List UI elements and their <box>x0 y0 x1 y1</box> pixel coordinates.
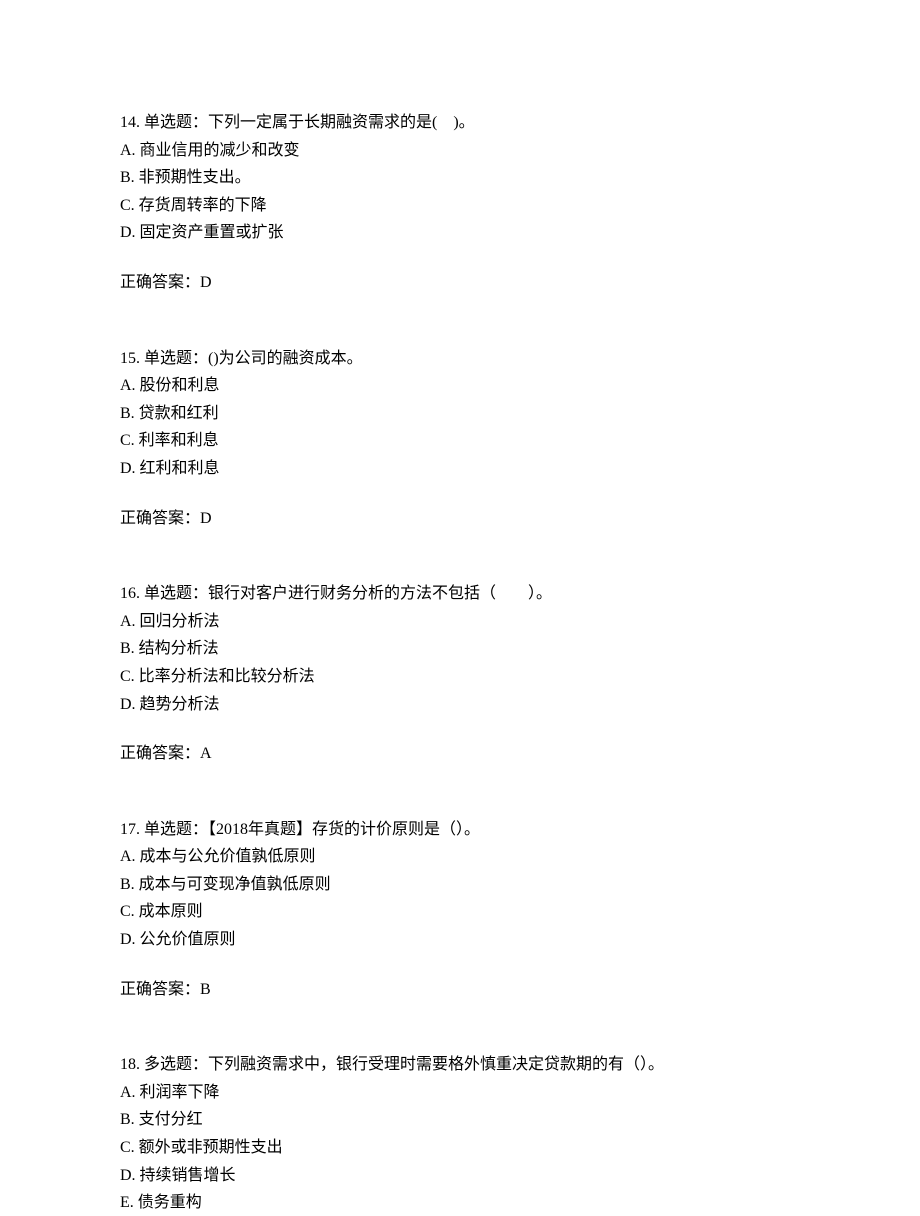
question-stem: 14. 单选题：下列一定属于长期融资需求的是( )。 <box>120 110 800 136</box>
question-type: 多选题： <box>144 1056 208 1073</box>
question-number: 18. <box>120 1056 140 1073</box>
question-text: 下列一定属于长期融资需求的是( )。 <box>208 114 475 131</box>
question-number: 14. <box>120 114 140 131</box>
answer-value: D <box>200 274 212 291</box>
answer-value: B <box>200 981 211 998</box>
question-16: 16. 单选题：银行对客户进行财务分析的方法不包括（ ）。 A. 回归分析法 B… <box>120 581 800 767</box>
option-c: C. 利率和利息 <box>120 428 800 454</box>
option-d: D. 固定资产重置或扩张 <box>120 220 800 246</box>
option-a: A. 股份和利息 <box>120 373 800 399</box>
question-stem: 16. 单选题：银行对客户进行财务分析的方法不包括（ ）。 <box>120 581 800 607</box>
question-text: 下列融资需求中，银行受理时需要格外慎重决定贷款期的有（）。 <box>208 1056 664 1073</box>
question-14: 14. 单选题：下列一定属于长期融资需求的是( )。 A. 商业信用的减少和改变… <box>120 110 800 296</box>
question-type: 单选题： <box>144 350 208 367</box>
option-a: A. 成本与公允价值孰低原则 <box>120 844 800 870</box>
answer-line: 正确答案：A <box>120 741 800 767</box>
answer-label: 正确答案： <box>120 745 200 762</box>
option-d: D. 趋势分析法 <box>120 692 800 718</box>
question-text: 【2018年真题】存货的计价原则是（）。 <box>208 821 480 838</box>
option-b: B. 支付分红 <box>120 1107 800 1133</box>
option-b: B. 成本与可变现净值孰低原则 <box>120 872 800 898</box>
answer-label: 正确答案： <box>120 274 200 291</box>
option-c: C. 额外或非预期性支出 <box>120 1135 800 1161</box>
question-17: 17. 单选题：【2018年真题】存货的计价原则是（）。 A. 成本与公允价值孰… <box>120 817 800 1003</box>
option-c: C. 比率分析法和比较分析法 <box>120 664 800 690</box>
question-stem: 18. 多选题：下列融资需求中，银行受理时需要格外慎重决定贷款期的有（）。 <box>120 1052 800 1078</box>
question-type: 单选题： <box>144 585 208 602</box>
option-b: B. 非预期性支出。 <box>120 165 800 191</box>
question-number: 15. <box>120 350 140 367</box>
answer-line: 正确答案：B <box>120 977 800 1003</box>
question-number: 16. <box>120 585 140 602</box>
answer-line: 正确答案：D <box>120 506 800 532</box>
question-number: 17. <box>120 821 140 838</box>
question-type: 单选题： <box>144 114 208 131</box>
option-e: E. 债务重构 <box>120 1190 800 1216</box>
question-text: ()为公司的融资成本。 <box>208 350 363 367</box>
answer-label: 正确答案： <box>120 981 200 998</box>
question-18: 18. 多选题：下列融资需求中，银行受理时需要格外慎重决定贷款期的有（）。 A.… <box>120 1052 800 1216</box>
answer-line: 正确答案：D <box>120 270 800 296</box>
question-text: 银行对客户进行财务分析的方法不包括（ ）。 <box>208 585 552 602</box>
question-15: 15. 单选题：()为公司的融资成本。 A. 股份和利息 B. 贷款和红利 C.… <box>120 346 800 532</box>
option-d: D. 公允价值原则 <box>120 927 800 953</box>
option-a: A. 回归分析法 <box>120 609 800 635</box>
answer-value: A <box>200 745 212 762</box>
question-stem: 15. 单选题：()为公司的融资成本。 <box>120 346 800 372</box>
question-type: 单选题： <box>144 821 208 838</box>
option-a: A. 商业信用的减少和改变 <box>120 138 800 164</box>
option-c: C. 成本原则 <box>120 899 800 925</box>
question-stem: 17. 单选题：【2018年真题】存货的计价原则是（）。 <box>120 817 800 843</box>
option-d: D. 红利和利息 <box>120 456 800 482</box>
option-b: B. 贷款和红利 <box>120 401 800 427</box>
option-d: D. 持续销售增长 <box>120 1163 800 1189</box>
answer-value: D <box>200 510 212 527</box>
option-b: B. 结构分析法 <box>120 636 800 662</box>
option-a: A. 利润率下降 <box>120 1080 800 1106</box>
answer-label: 正确答案： <box>120 510 200 527</box>
option-c: C. 存货周转率的下降 <box>120 193 800 219</box>
